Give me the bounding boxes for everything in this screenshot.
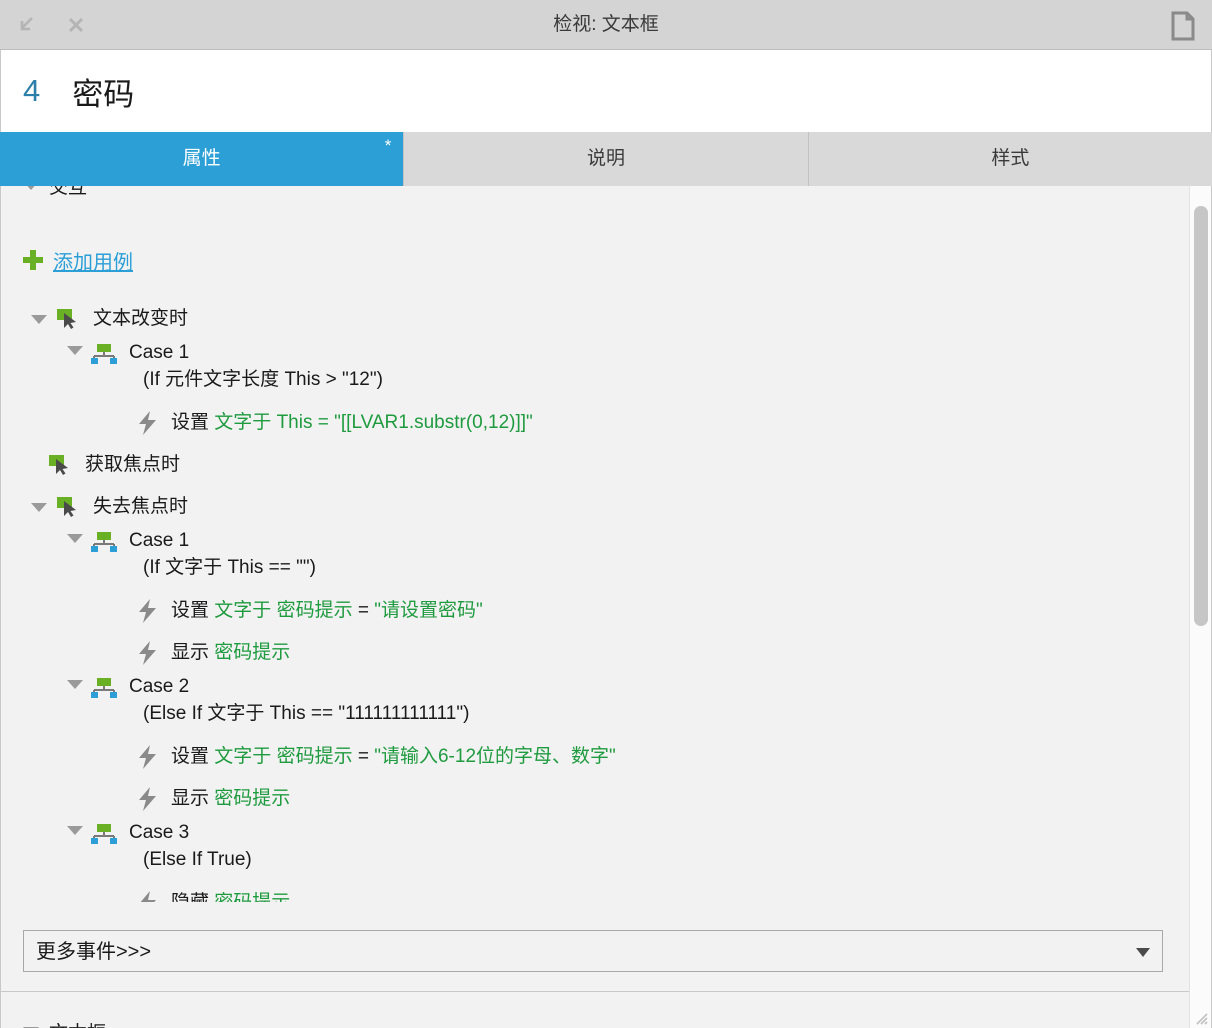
case-condition: (Else If 文字于 This == "111111111111") [129, 703, 469, 724]
case-row[interactable]: Case 1 (If 文字于 This == "") [1, 528, 1189, 590]
plus-icon[interactable] [23, 250, 43, 270]
interaction-tree-viewport: 交互 添加用例 文本改变时 [1, 186, 1189, 902]
tab-notes-label: 说明 [587, 148, 625, 169]
add-case-row[interactable]: 添加用例 [1, 240, 1189, 280]
case-row[interactable]: Case 2 (Else If 文字于 This == "11111111111… [1, 674, 1189, 736]
action-expression: = "[[LVAR1.substr(0,12)]]" [318, 412, 533, 433]
resize-grip[interactable] [1193, 1010, 1209, 1026]
case-branch-icon [91, 677, 117, 699]
case-title: Case 2 [129, 676, 189, 697]
case-title: Case 3 [129, 822, 189, 843]
action-row[interactable]: 显示 密码提示 [1, 778, 1189, 820]
case-title: Case 1 [129, 342, 189, 363]
case-condition: (Else If True) [129, 849, 252, 870]
scrollbar-thumb[interactable] [1194, 206, 1208, 626]
lightning-icon [137, 890, 159, 902]
interaction-tree: 交互 添加用例 文本改变时 [1, 186, 1189, 902]
action-value: "请设置密码" [374, 600, 483, 621]
tab-properties-label: 属性 [183, 148, 221, 169]
action-verb: 设置 [171, 746, 209, 767]
case-branch-icon [91, 823, 117, 845]
action-target: 文字于 This [214, 412, 312, 433]
more-events-select[interactable]: 更多事件>>> [23, 930, 1163, 972]
event-row[interactable]: 失去焦点时 [1, 486, 1189, 528]
chevron-down-icon[interactable] [67, 680, 83, 689]
action-row[interactable]: 设置 文字于 密码提示 = "请输入6-12位的字母、数字" [1, 736, 1189, 778]
section-header-interaction-label: 交互 [49, 186, 87, 199]
action-row[interactable]: 显示 密码提示 [1, 632, 1189, 674]
widget-name[interactable]: 密码 [72, 69, 134, 114]
tab-properties-modified-mark: * [385, 136, 392, 156]
chevron-down-icon[interactable] [1136, 948, 1150, 957]
action-target: 密码提示 [214, 892, 290, 902]
action-verb: 隐藏 [171, 892, 209, 902]
chevron-down-icon[interactable] [67, 534, 83, 543]
lightning-icon [137, 598, 159, 624]
case-row[interactable]: Case 3 (Else If True) [1, 820, 1189, 882]
section-header-textbox-label: 文本框 [49, 1018, 106, 1028]
action-verb: 设置 [171, 600, 209, 621]
action-target: 密码提示 [214, 642, 290, 663]
action-target: 密码提示 [214, 788, 290, 809]
event-row[interactable]: 获取焦点时 [1, 444, 1189, 486]
lightning-icon [137, 744, 159, 770]
action-row[interactable]: 设置 文字于 密码提示 = "请设置密码" [1, 590, 1189, 632]
properties-panel: 交互 添加用例 文本改变时 [0, 186, 1212, 1028]
lightning-icon [137, 410, 159, 436]
case-title: Case 1 [129, 530, 189, 551]
more-events-label: 更多事件>>> [36, 931, 151, 973]
document-icon[interactable] [1170, 11, 1196, 41]
event-name: 获取焦点时 [85, 454, 180, 476]
action-value: "请输入6-12位的字母、数字" [374, 746, 616, 767]
case-branch-icon [91, 531, 117, 553]
event-cursor-icon [47, 454, 73, 476]
tab-style[interactable]: 样式 [809, 132, 1212, 186]
chevron-down-icon[interactable] [31, 503, 47, 512]
event-cursor-icon [55, 308, 81, 330]
window-title: 检视: 文本框 [0, 0, 1212, 50]
vertical-scrollbar[interactable] [1189, 186, 1211, 1028]
case-condition: (If 元件文字长度 This > "12") [129, 369, 383, 390]
action-row[interactable]: 设置 文字于 This = "[[LVAR1.substr(0,12)]]" [1, 402, 1189, 444]
case-branch-icon [91, 343, 117, 365]
action-row[interactable]: 隐藏 密码提示 [1, 882, 1189, 902]
action-verb: 设置 [171, 412, 209, 433]
more-events-wrapper: 更多事件>>> [23, 930, 1163, 972]
lightning-icon [137, 640, 159, 666]
tab-style-label: 样式 [991, 148, 1029, 169]
case-condition: (If 文字于 This == "") [129, 557, 316, 578]
event-name: 文本改变时 [93, 308, 188, 330]
tab-properties[interactable]: 属性 * [0, 132, 404, 186]
event-row[interactable]: 文本改变时 [1, 298, 1189, 340]
event-name: 失去焦点时 [93, 496, 188, 518]
tab-bar: 属性 * 说明 样式 [0, 132, 1212, 186]
chevron-down-icon[interactable] [31, 315, 47, 324]
action-verb: 显示 [171, 642, 209, 663]
section-header-interaction[interactable]: 交互 [1, 186, 1189, 208]
window-titlebar: 检视: 文本框 [0, 0, 1212, 50]
widget-header: 4 密码 [0, 50, 1212, 132]
widget-number: 4 [23, 73, 40, 109]
chevron-down-icon[interactable] [67, 346, 83, 355]
inspector-window: 检视: 文本框 4 密码 属性 * 说明 样式 [0, 0, 1212, 1028]
action-target: 文字于 密码提示 [214, 600, 352, 621]
chevron-down-icon[interactable] [23, 186, 39, 190]
lightning-icon [137, 786, 159, 812]
case-row[interactable]: Case 1 (If 元件文字长度 This > "12") [1, 340, 1189, 402]
add-case-label[interactable]: 添加用例 [53, 246, 133, 275]
chevron-down-icon[interactable] [67, 826, 83, 835]
action-verb: 显示 [171, 788, 209, 809]
action-target: 文字于 密码提示 [214, 746, 352, 767]
action-expression: = [358, 600, 374, 621]
tab-notes[interactable]: 说明 [404, 132, 808, 186]
section-header-textbox[interactable]: 文本框 [1, 992, 1189, 1028]
action-expression: = [358, 746, 374, 767]
event-cursor-icon [55, 496, 81, 518]
